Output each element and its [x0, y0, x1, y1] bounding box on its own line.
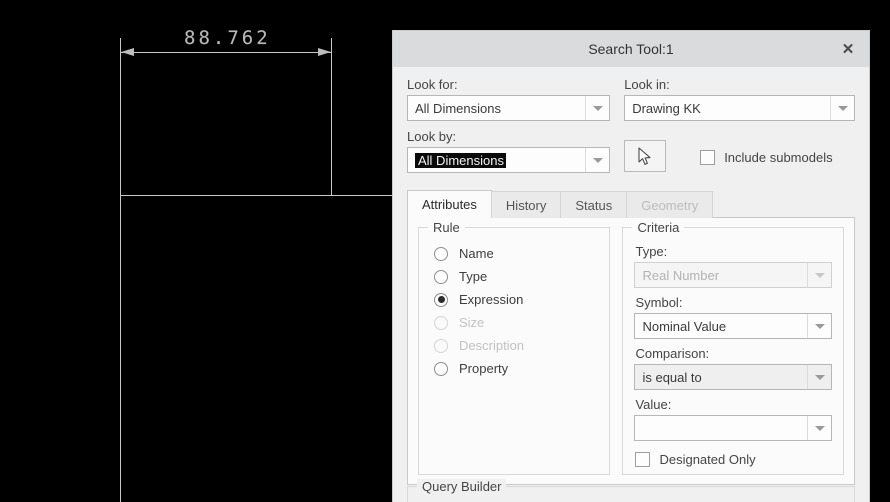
chevron-down-icon[interactable]: [585, 148, 609, 172]
tab-geometry-label: Geometry: [641, 197, 699, 213]
radio-size: Size: [434, 311, 598, 334]
radio-type-indicator[interactable]: [434, 269, 448, 284]
screen: 88.762 Search Tool:1 ✕ Look for: All Dim…: [0, 0, 890, 502]
lookin-combo[interactable]: Drawing KK: [624, 95, 855, 121]
dimension-line: [120, 52, 332, 53]
tab-history[interactable]: History: [490, 191, 562, 218]
criteria-value-label: Value:: [635, 397, 672, 412]
lookin-group: Look in: Drawing KK: [624, 77, 855, 121]
criteria-symbol-combo[interactable]: Nominal Value: [634, 313, 832, 339]
mouse-pointer-icon: [638, 146, 651, 165]
radio-type-label: Type: [459, 269, 488, 284]
lookby-group: Look by: All Dimensions: [407, 129, 611, 173]
criteria-legend: Criteria: [632, 220, 685, 235]
radio-description-indicator: [434, 338, 448, 353]
chevron-down-icon[interactable]: [807, 365, 831, 389]
include-submodels-checkbox[interactable]: [700, 150, 716, 165]
attributes-panel: Rule Name Type Expression Size Descripti…: [407, 217, 855, 485]
radio-size-label: Size: [459, 315, 485, 330]
criteria-comparison-value: is equal to: [642, 369, 702, 385]
lookby-value-wrap: All Dimensions: [408, 152, 585, 168]
tab-attributes-label: Attributes: [422, 197, 477, 212]
lookfor-label: Look for:: [407, 77, 458, 92]
radio-expression[interactable]: Expression: [434, 288, 598, 311]
dialog-titlebar[interactable]: Search Tool:1 ✕: [393, 31, 869, 67]
radio-expression-label: Expression: [459, 292, 524, 307]
rule-groupbox: Rule Name Type Expression Size Descripti…: [418, 220, 611, 475]
close-icon[interactable]: ✕: [827, 31, 869, 67]
include-submodels-label: Include submodels: [724, 150, 833, 165]
rule-legend: Rule: [428, 220, 465, 235]
radio-expression-indicator[interactable]: [434, 292, 448, 307]
tab-attributes[interactable]: Attributes: [407, 190, 492, 218]
designated-only-checkbox[interactable]: [635, 452, 651, 467]
lookfor-combo[interactable]: All Dimensions: [407, 95, 611, 121]
lookin-label: Look in:: [624, 77, 670, 92]
model-edge-horizontal: [120, 195, 392, 196]
pick-entity-button[interactable]: [624, 140, 667, 172]
criteria-value-combo[interactable]: [634, 415, 832, 441]
lookfor-lookin-row: Look for: All Dimensions Look in: Drawin…: [407, 77, 855, 121]
pick-submodels-group: Include submodels: [624, 129, 855, 173]
dimension-arrow-right-icon: [318, 48, 331, 56]
chevron-down-icon: [807, 263, 831, 287]
lookfor-value: All Dimensions: [415, 100, 501, 116]
chevron-down-icon[interactable]: [807, 314, 831, 338]
radio-name[interactable]: Name: [434, 242, 598, 265]
dialog-body: Look for: All Dimensions Look in: Drawin…: [393, 67, 869, 485]
chevron-down-icon[interactable]: [830, 96, 854, 120]
dimension-text: 88.762: [184, 27, 271, 49]
search-tool-dialog: Search Tool:1 ✕ Look for: All Dimensions…: [392, 30, 870, 502]
lookin-value: Drawing KK: [632, 100, 701, 116]
designated-only-label: Designated Only: [659, 452, 756, 467]
radio-property[interactable]: Property: [434, 357, 598, 380]
criteria-comparison-label: Comparison:: [635, 346, 710, 361]
tab-geometry: Geometry: [626, 191, 714, 218]
extension-line-left: [120, 38, 121, 502]
tab-history-label: History: [505, 197, 547, 213]
tab-status-label: Status: [575, 197, 613, 213]
lookby-value: All Dimensions: [415, 152, 506, 168]
dimension-arrow-left-icon: [121, 48, 134, 56]
radio-type[interactable]: Type: [434, 265, 598, 288]
radio-name-label: Name: [459, 246, 494, 261]
criteria-type-value: Real Number: [642, 267, 720, 283]
criteria-type-label: Type:: [635, 244, 668, 259]
lookby-label: Look by:: [407, 129, 457, 144]
criteria-groupbox: Criteria Type: Real Number Symbol: Nomin…: [622, 220, 844, 475]
query-builder-legend: Query Builder: [417, 479, 507, 494]
chevron-down-icon[interactable]: [807, 416, 831, 440]
radio-size-indicator: [434, 315, 448, 330]
lookby-combo[interactable]: All Dimensions: [407, 147, 611, 173]
radio-property-label: Property: [459, 361, 509, 376]
tab-bar: Attributes History Status Geometry: [407, 190, 855, 218]
criteria-comparison-combo[interactable]: is equal to: [634, 364, 832, 390]
criteria-type-combo: Real Number: [634, 262, 832, 288]
lookby-pick-row: Look by: All Dimensions Include submodel…: [407, 129, 855, 173]
criteria-symbol-label: Symbol:: [635, 295, 683, 310]
tab-status[interactable]: Status: [560, 191, 628, 218]
radio-name-indicator[interactable]: [434, 246, 448, 261]
criteria-symbol-value: Nominal Value: [642, 318, 727, 334]
dialog-title: Search Tool:1: [588, 41, 674, 57]
radio-property-indicator[interactable]: [434, 361, 448, 376]
designated-only-row[interactable]: Designated Only: [635, 452, 832, 467]
extension-line-right: [331, 38, 332, 196]
query-builder-groupbox: Query Builder: [407, 479, 855, 502]
radio-description: Description: [434, 334, 598, 357]
lookfor-group: Look for: All Dimensions: [407, 77, 611, 121]
include-submodels-row[interactable]: Include submodels: [700, 150, 833, 165]
radio-description-label: Description: [459, 338, 525, 353]
chevron-down-icon[interactable]: [585, 96, 609, 120]
